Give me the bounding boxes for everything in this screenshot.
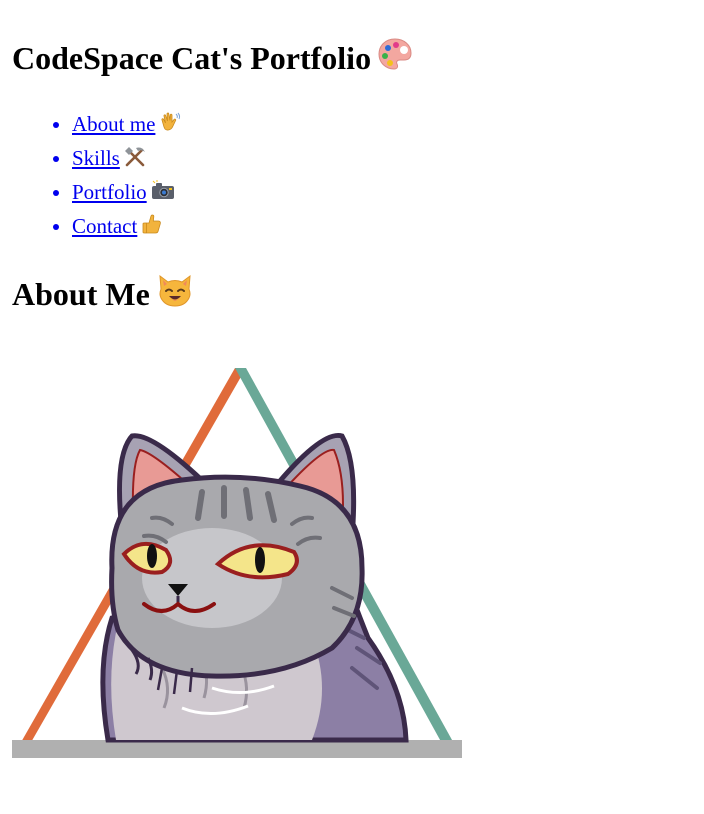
page-title: CodeSpace Cat's Portfolio: [12, 36, 413, 79]
palette-icon: [377, 36, 413, 79]
nav-link-label: About me: [72, 112, 156, 136]
nav-link-label: Skills: [72, 146, 120, 170]
nav-link-skills[interactable]: Skills: [72, 146, 151, 170]
nav-item-portfolio: Portfolio: [72, 176, 186, 210]
about-heading: About Me: [12, 272, 194, 315]
camera-icon: [150, 178, 176, 210]
nav-item-contact: Contact: [72, 210, 186, 244]
nav-item-about: About me: [72, 108, 186, 142]
waving-hand-icon: [158, 110, 182, 142]
nav-link-label: Contact: [72, 214, 138, 238]
cat-face-icon: [156, 272, 194, 315]
cat-portrait-illustration: [12, 368, 464, 760]
hammer-pick-icon: [123, 144, 147, 176]
nav-item-skills: Skills: [72, 142, 186, 176]
nav-link-contact[interactable]: Contact: [72, 214, 168, 238]
about-heading-text: About Me: [12, 275, 150, 312]
thumbs-up-icon: [140, 212, 164, 244]
nav-list: About me Skills Portfolio Contact: [12, 108, 186, 244]
nav-link-about[interactable]: About me: [72, 112, 186, 136]
page-title-text: CodeSpace Cat's Portfolio: [12, 39, 372, 76]
cat-figure: [100, 432, 409, 743]
nav-link-portfolio[interactable]: Portfolio: [72, 180, 180, 204]
nav-link-label: Portfolio: [72, 180, 147, 204]
